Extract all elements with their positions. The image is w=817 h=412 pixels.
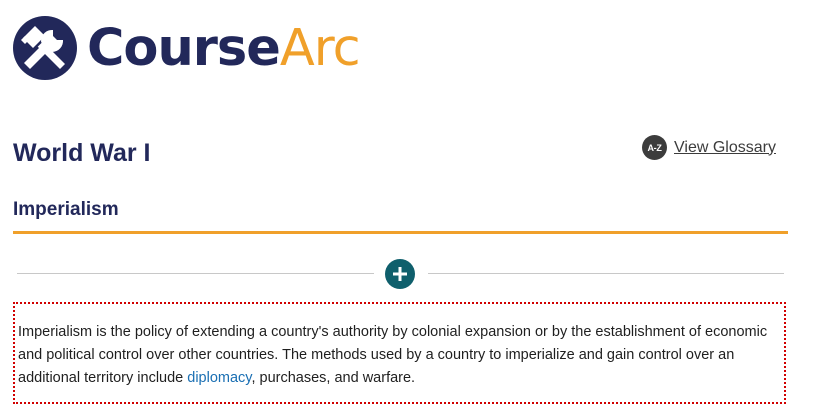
content-text-after: , purchases, and warfare. [251,370,416,386]
glossary-term-link[interactable]: diplomacy [187,370,251,386]
a-z-glossary-icon: A-Z [642,135,667,160]
view-glossary-label: View Glossary [674,138,776,156]
view-glossary-link[interactable]: A-Z View Glossary [642,135,776,160]
brand-name-course: Course [87,18,281,78]
page-title: World War I [13,139,151,167]
expand-divider-right [428,273,784,274]
hammer-wrench-icon [13,16,77,80]
content-panel: Imperialism is the policy of extending a… [13,302,786,404]
expand-button[interactable] [385,259,415,289]
expand-divider-left [17,273,374,274]
brand-wordmark: CourseArc [87,23,361,74]
section-title: Imperialism [13,199,119,220]
section-divider [13,231,788,234]
brand-name-arc: Arc [279,18,361,78]
content-paragraph: Imperialism is the policy of extending a… [18,321,778,390]
plus-icon [393,267,407,281]
coursearc-logo[interactable]: CourseArc [13,15,361,81]
